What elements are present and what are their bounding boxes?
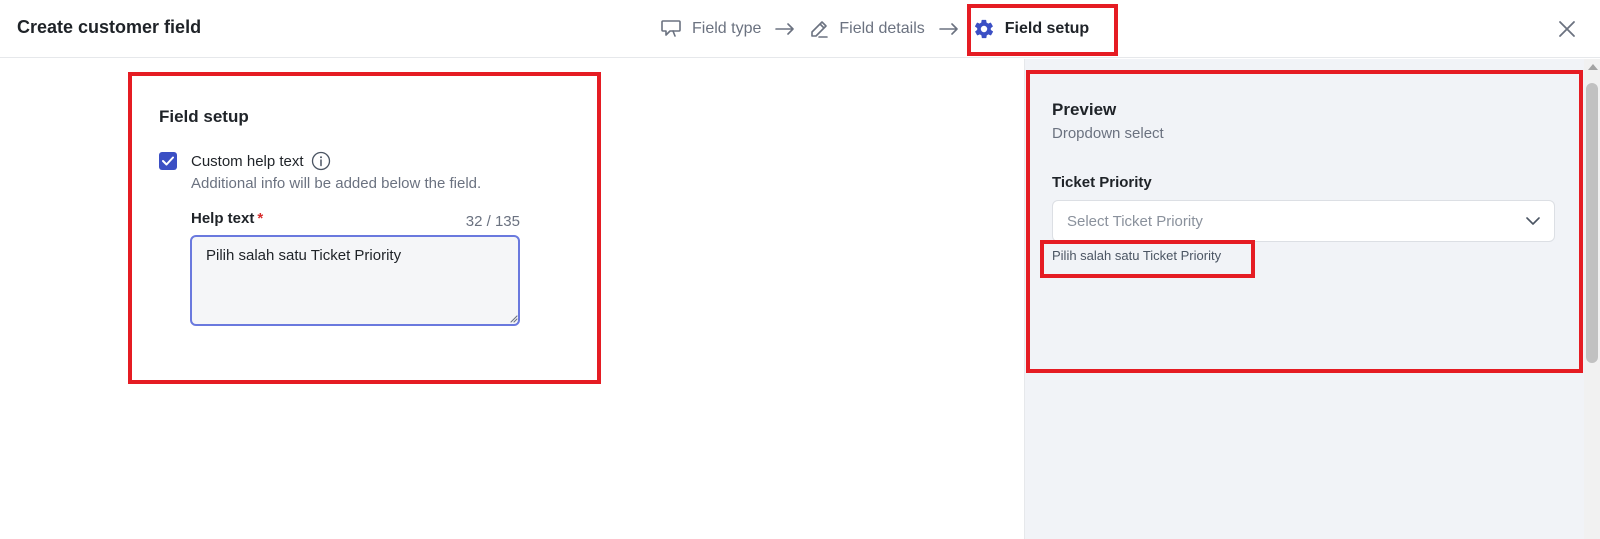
checkbox-label-text: Custom help text xyxy=(191,152,304,170)
preview-subtitle: Dropdown select xyxy=(1052,125,1164,142)
custom-help-text-label: Custom help text xyxy=(191,151,331,171)
section-title: Field setup xyxy=(159,107,249,126)
step-label: Field details xyxy=(839,20,925,37)
arrow-right-icon xyxy=(938,23,959,35)
preview-field-label: Ticket Priority xyxy=(1052,174,1152,191)
select-placeholder: Select Ticket Priority xyxy=(1067,212,1203,230)
step-label: Field type xyxy=(692,20,762,37)
chevron-down-icon xyxy=(1526,216,1540,225)
help-text-label: Help text * xyxy=(191,210,263,227)
scrollbar-thumb[interactable] xyxy=(1586,83,1598,363)
close-icon[interactable] xyxy=(1556,18,1578,40)
required-mark: * xyxy=(257,210,264,227)
help-text-label-text: Help text xyxy=(191,210,255,227)
info-icon[interactable] xyxy=(311,151,331,171)
speech-bubble-icon xyxy=(661,20,681,37)
resize-handle-icon[interactable] xyxy=(509,314,518,323)
top-bar: Create customer field Field type Field d… xyxy=(0,0,1600,58)
preview-title: Preview xyxy=(1052,100,1117,119)
step-field-details[interactable]: Field details xyxy=(809,19,925,39)
checkmark-icon xyxy=(162,156,174,166)
annotation-box xyxy=(967,4,1118,56)
custom-help-text-description: Additional info will be added below the … xyxy=(191,175,482,192)
ticket-priority-select[interactable]: Select Ticket Priority xyxy=(1052,200,1555,242)
scroll-up-arrow-icon[interactable] xyxy=(1588,64,1598,70)
arrow-right-icon xyxy=(775,23,795,35)
step-field-type[interactable]: Field type xyxy=(660,19,761,39)
preview-help-text: Pilih salah satu Ticket Priority xyxy=(1052,248,1222,263)
pencil-icon xyxy=(811,21,829,38)
character-counter: 32 / 135 xyxy=(465,213,520,230)
page-title: Create customer field xyxy=(17,17,202,37)
custom-help-text-checkbox[interactable] xyxy=(159,152,177,170)
help-text-input[interactable]: Pilih salah satu Ticket Priority xyxy=(190,235,520,326)
